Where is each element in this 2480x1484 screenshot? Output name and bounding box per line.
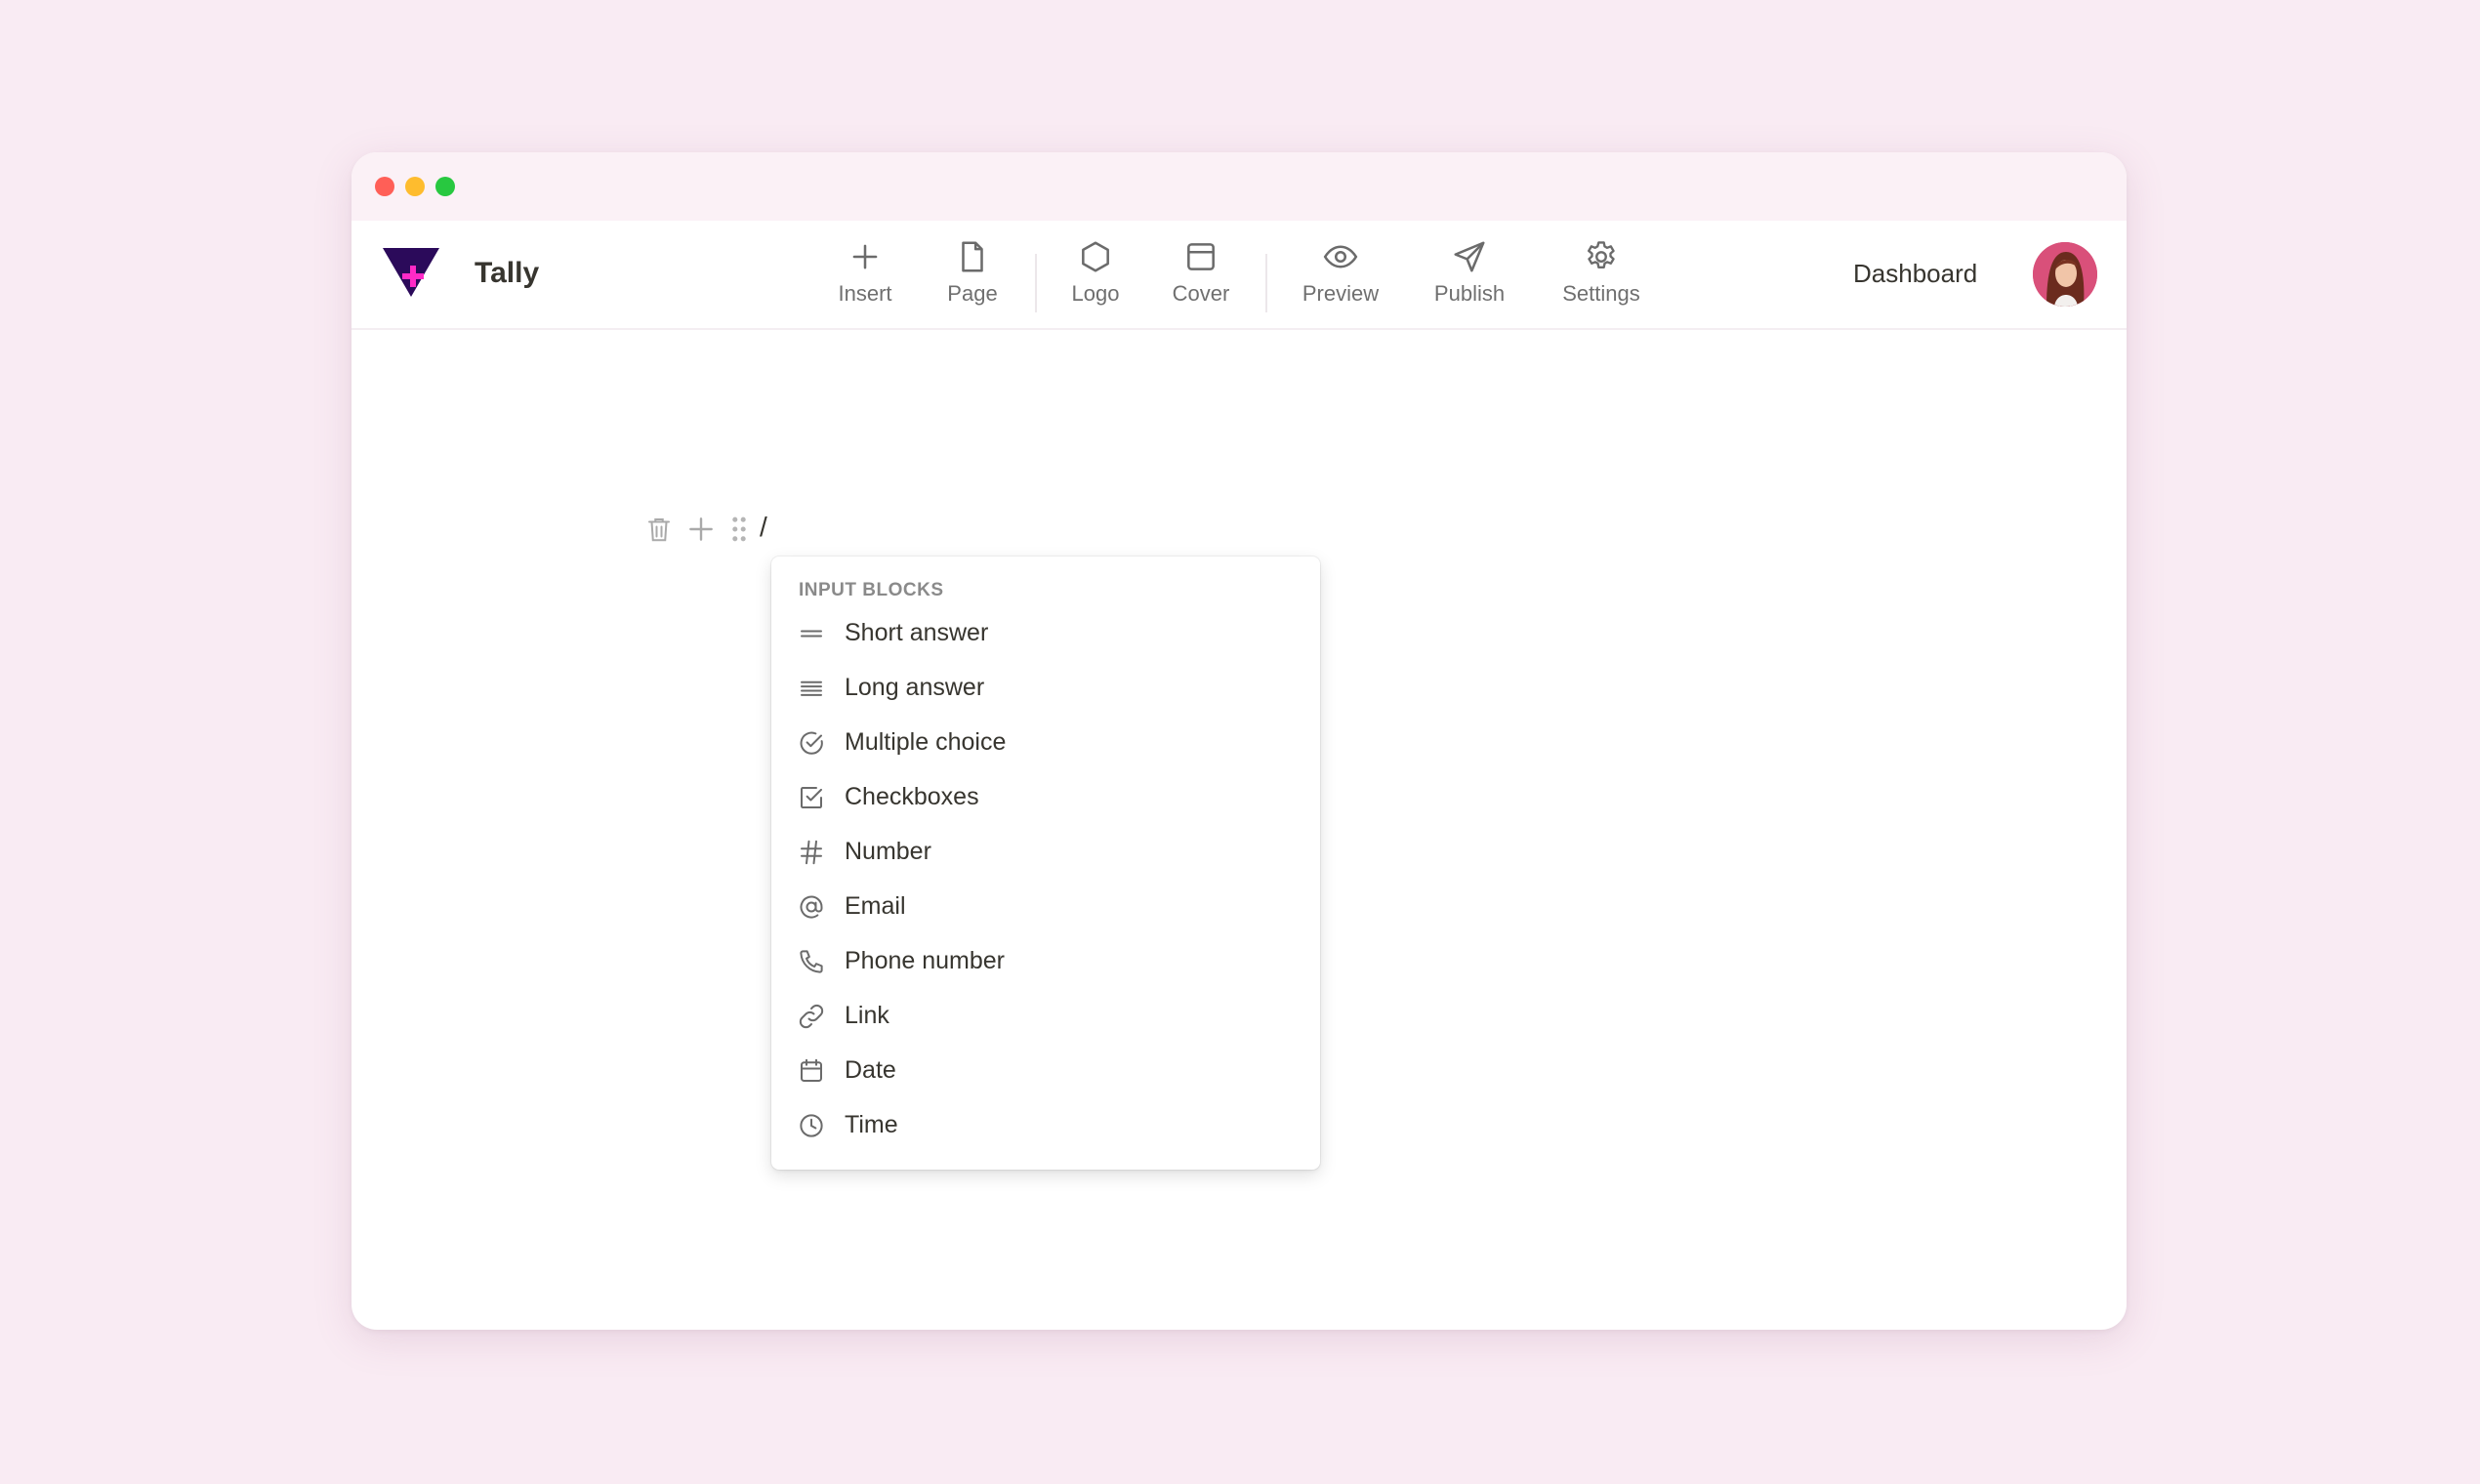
menu-section-title: INPUT BLOCKS — [799, 580, 944, 600]
long-answer-icon — [801, 680, 822, 696]
circle-check-icon — [800, 731, 823, 755]
insert-button[interactable]: Insert — [811, 238, 919, 318]
menu-item-link[interactable]: Link — [771, 988, 1320, 1043]
trash-icon[interactable] — [644, 514, 674, 545]
send-icon — [1454, 241, 1485, 272]
hexagon-icon — [1082, 241, 1109, 272]
menu-item-label: Number — [845, 838, 931, 865]
menu-item-phone-number[interactable]: Phone number — [771, 933, 1320, 988]
add-block-icon[interactable] — [685, 514, 717, 545]
close-window-button[interactable] — [375, 177, 394, 196]
menu-item-label: Multiple choice — [845, 728, 1007, 756]
preview-button[interactable]: Preview — [1287, 238, 1394, 318]
title-bar — [351, 152, 2127, 221]
block-text-input[interactable]: / — [760, 510, 767, 545]
settings-label: Settings — [1562, 281, 1640, 306]
menu-item-label: Long answer — [845, 674, 985, 701]
menu-item-label: Link — [845, 1002, 889, 1029]
calendar-icon — [801, 1058, 822, 1082]
menu-item-label: Phone number — [845, 947, 1006, 974]
menu-item-label: Checkboxes — [845, 783, 979, 810]
menu-item-time[interactable]: Time — [771, 1097, 1320, 1152]
menu-item-multiple-choice[interactable]: Multiple choice — [771, 715, 1320, 769]
page-label: Page — [947, 281, 998, 306]
cover-button[interactable]: Cover — [1147, 238, 1255, 318]
minimize-window-button[interactable] — [405, 177, 425, 196]
hash-icon — [801, 840, 822, 865]
cover-icon — [1187, 243, 1215, 270]
publish-label: Publish — [1433, 281, 1506, 306]
page-button[interactable]: Page — [919, 238, 1026, 318]
link-icon — [799, 1004, 824, 1029]
menu-item-label: Time — [845, 1111, 898, 1138]
maximize-window-button[interactable] — [435, 177, 455, 196]
avatar-image — [2033, 242, 2097, 307]
menu-item-label: Short answer — [845, 619, 989, 646]
insert-block-menu: INPUT BLOCKS Short answer Long answer Mu… — [771, 556, 1320, 1170]
settings-button[interactable]: Settings — [1548, 238, 1655, 318]
app-header: Tally Insert Page Logo Cover Preview Pub… — [351, 221, 2127, 330]
clock-icon — [800, 1114, 823, 1137]
at-icon — [800, 895, 823, 919]
dashboard-link[interactable]: Dashboard — [1853, 254, 1977, 293]
short-answer-icon — [801, 630, 822, 638]
menu-item-label: Date — [845, 1056, 896, 1084]
publish-button[interactable]: Publish — [1416, 238, 1523, 318]
gear-icon — [1587, 241, 1615, 268]
plus-icon — [852, 244, 878, 269]
app-window: Tally Insert Page Logo Cover Preview Pub… — [351, 152, 2127, 1330]
menu-item-email[interactable]: Email — [771, 879, 1320, 933]
tally-logo-icon[interactable] — [381, 242, 443, 301]
cover-label: Cover — [1172, 281, 1230, 306]
insert-label: Insert — [838, 281, 892, 306]
preview-label: Preview — [1302, 281, 1380, 306]
menu-item-label: Email — [845, 892, 906, 920]
page-icon — [962, 241, 983, 272]
phone-icon — [800, 950, 823, 973]
menu-item-long-answer[interactable]: Long answer — [771, 660, 1320, 715]
eye-icon — [1323, 245, 1358, 268]
drag-handle-icon[interactable] — [730, 515, 748, 543]
menu-item-date[interactable]: Date — [771, 1043, 1320, 1097]
checkbox-icon — [801, 787, 822, 808]
toolbar-divider — [1035, 254, 1037, 312]
app-name: Tally — [475, 257, 540, 289]
menu-item-checkboxes[interactable]: Checkboxes — [771, 769, 1320, 824]
logo-button[interactable]: Logo — [1042, 238, 1149, 318]
toolbar-divider — [1265, 254, 1267, 312]
user-avatar[interactable] — [2033, 242, 2097, 307]
menu-item-number[interactable]: Number — [771, 824, 1320, 879]
logo-label: Logo — [1071, 281, 1120, 306]
menu-item-short-answer[interactable]: Short answer — [771, 605, 1320, 660]
